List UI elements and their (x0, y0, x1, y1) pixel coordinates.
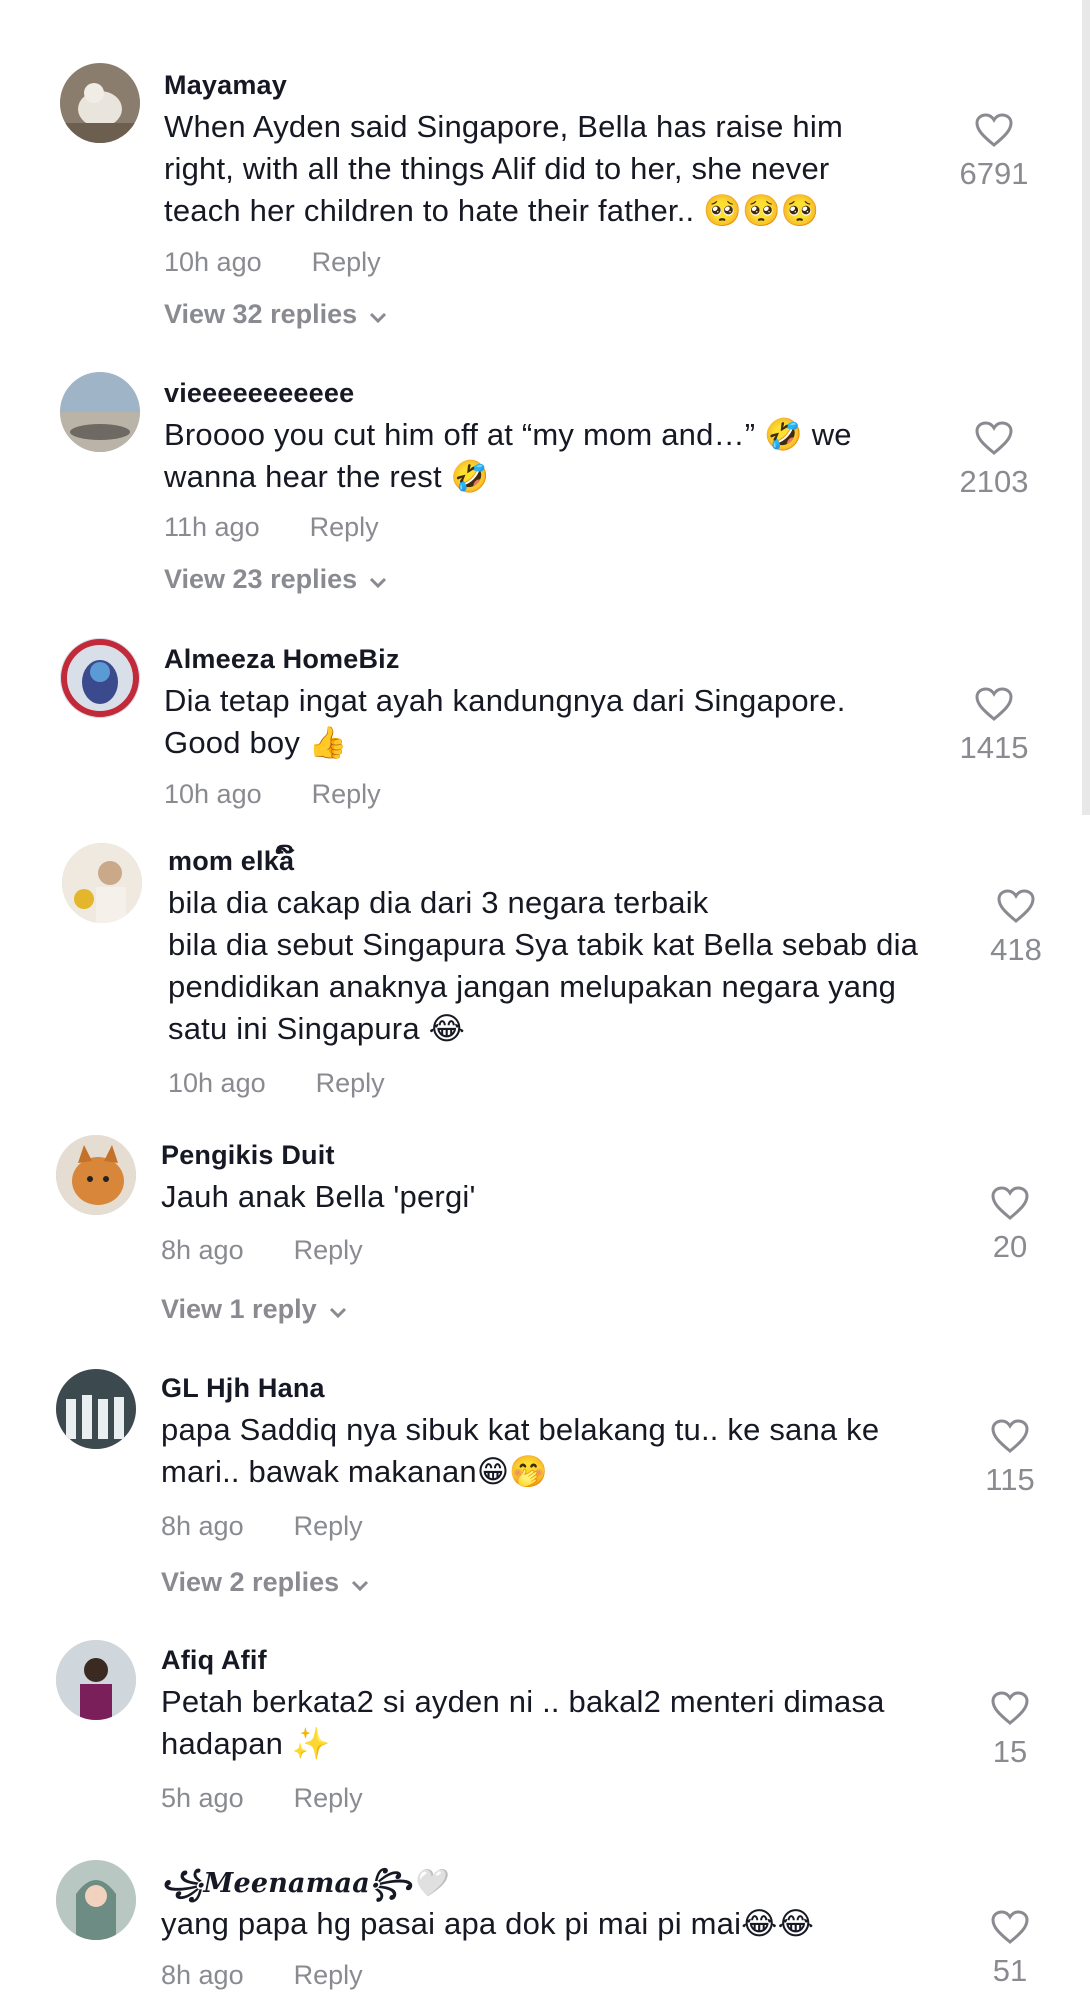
comment-timestamp: 8h ago (161, 1960, 244, 1990)
comment-timestamp: 8h ago (161, 1511, 244, 1541)
comment-text: When Ayden said Singapore, Bella has rai… (164, 109, 843, 228)
comment-meta: 8h ago Reply (161, 1960, 363, 1991)
comment-username[interactable]: GL Hjh Hana (161, 1373, 325, 1404)
comment-text: yang papa hg pasai apa dok pi mai pi mai… (161, 1906, 814, 1941)
avatar[interactable] (56, 1135, 136, 1215)
comment-timestamp: 10h ago (164, 779, 262, 809)
comment-username[interactable]: Afiq Afif (161, 1645, 267, 1676)
view-replies-button[interactable]: View 23 replies (164, 564, 387, 596)
avatar[interactable] (56, 1369, 136, 1449)
comment-text: Dia tetap ingat ayah kandungnya dari Sin… (164, 683, 846, 760)
like-button[interactable]: 6791 (944, 112, 1044, 192)
comment-meta: 10h ago Reply (164, 779, 381, 810)
like-button[interactable]: 418 (966, 888, 1066, 968)
comment-username[interactable]: mom elka໌ິ (168, 846, 294, 877)
comment-meta: 5h ago Reply (161, 1783, 363, 1814)
like-count: 6791 (959, 156, 1029, 191)
view-replies-label: View 2 replies (161, 1567, 340, 1597)
comment-meta: 8h ago Reply (161, 1235, 363, 1266)
comment-username[interactable]: Pengikis Duit (161, 1140, 335, 1171)
like-button[interactable]: 15 (960, 1690, 1060, 1770)
comment-timestamp: 5h ago (161, 1783, 244, 1813)
like-count: 1415 (959, 730, 1029, 765)
reply-button[interactable]: Reply (294, 1783, 363, 1813)
heart-outline-icon (991, 1419, 1029, 1453)
heart-outline-icon (997, 889, 1035, 923)
comment-text: bila dia cakap dia dari 3 negara terbaik… (168, 885, 919, 1046)
comment-text: Petah berkata2 si ayden ni .. bakal2 men… (161, 1684, 885, 1761)
scrollbar[interactable] (1082, 0, 1090, 815)
comment-text: papa Saddiq nya sibuk kat belakang tu.. … (161, 1412, 880, 1489)
view-replies-label: View 23 replies (164, 564, 358, 594)
comment-meta: 10h ago Reply (164, 247, 381, 278)
comment-timestamp: 8h ago (161, 1235, 244, 1265)
reply-button[interactable]: Reply (310, 512, 379, 542)
like-count: 115 (985, 1462, 1035, 1497)
like-button[interactable]: 115 (960, 1418, 1060, 1498)
chevron-down-icon (351, 1568, 369, 1599)
heart-outline-icon (991, 1186, 1029, 1220)
like-button[interactable]: 2103 (944, 420, 1044, 500)
like-count: 20 (992, 1229, 1028, 1264)
like-count: 2103 (959, 464, 1029, 499)
reply-button[interactable]: Reply (312, 247, 381, 277)
like-count: 15 (992, 1734, 1028, 1769)
comment-timestamp: 10h ago (168, 1068, 266, 1098)
avatar[interactable] (56, 1640, 136, 1720)
comment-timestamp: 11h ago (164, 512, 260, 542)
comment-meta: 10h ago Reply (168, 1068, 385, 1099)
comment-timestamp: 10h ago (164, 247, 262, 277)
heart-outline-icon (975, 687, 1013, 721)
chevron-down-icon (369, 565, 387, 596)
comment-meta: 8h ago Reply (161, 1511, 363, 1542)
reply-button[interactable]: Reply (294, 1235, 363, 1265)
view-replies-button[interactable]: View 2 replies (161, 1567, 369, 1599)
chevron-down-icon (369, 300, 387, 331)
heart-outline-icon (991, 1910, 1029, 1944)
reply-button[interactable]: Reply (294, 1511, 363, 1541)
reply-button[interactable]: Reply (316, 1068, 385, 1098)
like-button[interactable]: 1415 (944, 686, 1044, 766)
comment-username[interactable]: Almeeza HomeBiz (164, 644, 400, 675)
reply-button[interactable]: Reply (312, 779, 381, 809)
comment-text: Broooo you cut him off at “my mom and…” … (164, 417, 852, 494)
comment-username[interactable]: Mayamay (164, 70, 287, 101)
like-count: 418 (990, 932, 1042, 967)
view-replies-label: View 32 replies (164, 299, 358, 329)
comment-text: Jauh anak Bella 'pergi' (161, 1179, 476, 1214)
heart-outline-icon (975, 421, 1013, 455)
like-button[interactable]: 20 (960, 1185, 1060, 1265)
avatar[interactable] (60, 63, 140, 143)
comment-username[interactable]: vieeeeeeeeeee (164, 378, 354, 409)
view-replies-button[interactable]: View 1 reply (161, 1294, 347, 1326)
view-replies-button[interactable]: View 32 replies (164, 299, 387, 331)
avatar[interactable] (60, 372, 140, 452)
avatar[interactable] (56, 1860, 136, 1940)
view-replies-label: View 1 reply (161, 1294, 317, 1324)
avatar[interactable] (62, 843, 142, 923)
chevron-down-icon (329, 1295, 347, 1326)
reply-button[interactable]: Reply (294, 1960, 363, 1990)
avatar[interactable] (60, 638, 140, 718)
like-button[interactable]: 51 (960, 1909, 1060, 1989)
heart-outline-icon (975, 113, 1013, 147)
heart-outline-icon (991, 1691, 1029, 1725)
like-count: 51 (992, 1953, 1028, 1988)
comment-meta: 11h ago Reply (164, 512, 379, 543)
